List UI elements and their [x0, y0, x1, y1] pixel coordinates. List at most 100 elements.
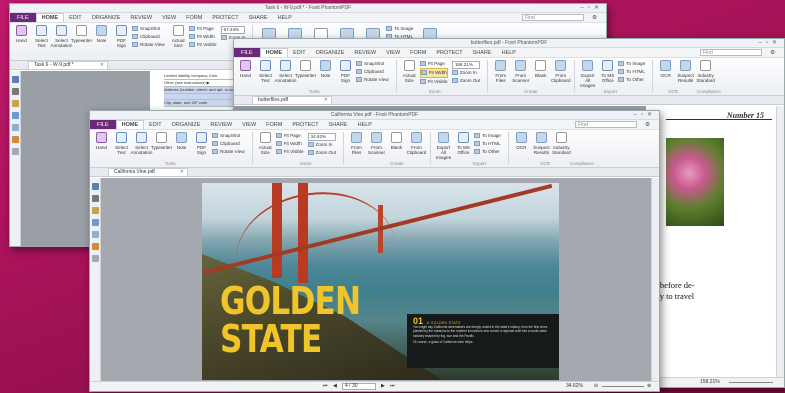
gear-icon[interactable]: ⚙	[765, 50, 780, 56]
menu-protect[interactable]: PROTECT	[431, 50, 467, 56]
gear-icon[interactable]: ⚙	[587, 15, 602, 21]
clipboard-button[interactable]: Clipboard	[212, 140, 245, 148]
pages-icon[interactable]	[11, 88, 19, 95]
suspect-results-button[interactable]: Suspect Results	[676, 60, 695, 83]
menu-view[interactable]: VIEW	[237, 122, 261, 128]
zoom-in-button[interactable]: Zoom In	[307, 141, 336, 149]
menu-review[interactable]: REVIEW	[349, 50, 381, 56]
close-icon[interactable]: ✕	[324, 97, 328, 104]
menu-view[interactable]: VIEW	[157, 15, 181, 21]
select-text-button[interactable]: Select Text	[256, 60, 275, 83]
typewriter-button[interactable]: Typewriter	[295, 60, 316, 78]
menu-organize[interactable]: ORGANIZE	[167, 122, 206, 128]
menu-help[interactable]: HELP	[497, 50, 521, 56]
from-scanner-button[interactable]: From Scanner	[367, 132, 386, 155]
fit-visible-button[interactable]: Fit Visible	[275, 148, 304, 156]
signature-icon[interactable]	[11, 148, 19, 155]
menu-edit[interactable]: EDIT	[288, 50, 311, 56]
hand-button[interactable]: Hand	[236, 60, 255, 78]
menu-home[interactable]: HOME	[115, 120, 145, 129]
rotate-view-button[interactable]: Rotate View	[132, 41, 165, 49]
menu-review[interactable]: REVIEW	[205, 122, 237, 128]
zoom-in-icon[interactable]: ⊕	[647, 382, 651, 391]
typewriter-button[interactable]: Typewriter	[151, 132, 172, 150]
ocr-button[interactable]: OCR	[656, 60, 675, 78]
pdf-sign-button[interactable]: PDF Sign	[112, 25, 131, 48]
menu-edit[interactable]: EDIT	[64, 15, 87, 21]
clipboard-button[interactable]: Clipboard	[132, 33, 165, 41]
fit-width-button[interactable]: Fit Width	[419, 68, 448, 78]
select-annotation-button[interactable]: Select Annotation	[51, 25, 72, 48]
ocr-button[interactable]: OCR	[512, 132, 531, 150]
pdf-sign-button[interactable]: PDF Sign	[336, 60, 355, 83]
from-files-button[interactable]: From Files	[347, 132, 366, 155]
zoom-in-button[interactable]: Zoom In	[451, 69, 480, 77]
zoom-slider[interactable]	[602, 386, 644, 387]
search-input[interactable]: Find	[575, 121, 638, 128]
attachment-icon[interactable]	[91, 219, 99, 226]
blank-button[interactable]: Blank	[531, 60, 550, 78]
tab-task6[interactable]: Task 6 - W-9.pdf * ✕	[28, 61, 108, 69]
note-button[interactable]: Note	[316, 60, 335, 78]
pages-icon[interactable]	[91, 195, 99, 202]
menu-form[interactable]: FORM	[181, 15, 207, 21]
menu-share[interactable]: SHARE	[324, 122, 353, 128]
export-images-button[interactable]: Export All Images	[434, 132, 453, 160]
snapshot-button[interactable]: SnapShot	[356, 60, 389, 68]
scrollbar[interactable]	[651, 178, 659, 381]
note-button[interactable]: Note	[172, 132, 191, 150]
suspect-results-button[interactable]: Suspect Results	[532, 132, 551, 155]
close-icon[interactable]: ✕	[180, 169, 184, 176]
menu-organize[interactable]: ORGANIZE	[87, 15, 126, 21]
to-office-button[interactable]: To MS Office	[454, 132, 473, 155]
last-page-button[interactable]: ⏭	[390, 382, 395, 391]
pdf-sign-button[interactable]: PDF Sign	[192, 132, 211, 155]
first-page-button[interactable]: ⏮	[323, 382, 328, 391]
lock-icon[interactable]	[11, 136, 19, 143]
menu-file[interactable]: FILE	[90, 120, 116, 129]
to-office-button[interactable]: To MS Office	[598, 60, 617, 83]
zoom-out-button[interactable]: Zoom Out	[451, 77, 480, 85]
zoom-select[interactable]: 97.24%	[220, 26, 246, 34]
select-annotation-button[interactable]: Select Annotation	[131, 132, 152, 155]
snapshot-button[interactable]: SnapShot	[132, 25, 165, 33]
menu-home[interactable]: HOME	[35, 13, 65, 22]
menu-home[interactable]: HOME	[259, 48, 289, 57]
clipboard-button[interactable]: Clipboard	[356, 68, 389, 76]
to-image-button[interactable]: To Image	[386, 25, 413, 33]
select-text-button[interactable]: Select Text	[112, 132, 131, 155]
from-clipboard-button[interactable]: From Clipboard	[407, 132, 426, 155]
select-annotation-button[interactable]: Select Annotation	[275, 60, 296, 83]
hand-button[interactable]: Hand	[92, 132, 111, 150]
menu-share[interactable]: SHARE	[244, 15, 273, 21]
search-input[interactable]: Find	[700, 49, 763, 56]
to-other-button[interactable]: To Other	[618, 76, 645, 84]
rotate-view-button[interactable]: Rotate View	[356, 76, 389, 84]
prev-page-button[interactable]: ◀	[333, 382, 337, 391]
menu-protect[interactable]: PROTECT	[207, 15, 243, 21]
menu-help[interactable]: HELP	[273, 15, 297, 21]
to-other-button[interactable]: To Other	[473, 148, 501, 156]
lock-icon[interactable]	[91, 243, 99, 250]
rotate-view-button[interactable]: Rotate View	[212, 148, 245, 156]
comments-icon[interactable]	[91, 231, 99, 238]
snapshot-button[interactable]: SnapShot	[212, 132, 245, 140]
zoom-select[interactable]: 158.21%	[451, 61, 481, 69]
next-page-button[interactable]: ▶	[381, 382, 385, 391]
from-clipboard-button[interactable]: From Clipboard	[551, 60, 571, 83]
search-input[interactable]: Find	[522, 14, 585, 21]
menu-review[interactable]: REVIEW	[125, 15, 157, 21]
fit-page-button[interactable]: Fit Page	[419, 60, 448, 68]
bookmark-icon[interactable]	[11, 76, 19, 83]
zoom-slider[interactable]	[729, 382, 773, 383]
to-image-button[interactable]: To Image	[618, 60, 645, 68]
industry-standard-button[interactable]: Industry Standard	[696, 60, 715, 83]
menu-file[interactable]: FILE	[10, 13, 36, 22]
layers-icon[interactable]	[11, 100, 19, 107]
actual-size-button[interactable]: Actual Size	[256, 132, 275, 155]
fit-page-button[interactable]: Fit Page	[188, 25, 217, 33]
fit-width-button[interactable]: Fit Width	[188, 33, 217, 41]
from-files-button[interactable]: From Files	[491, 60, 510, 83]
select-text-button[interactable]: Select Text	[32, 25, 51, 48]
fit-page-button[interactable]: Fit Page	[275, 132, 304, 140]
